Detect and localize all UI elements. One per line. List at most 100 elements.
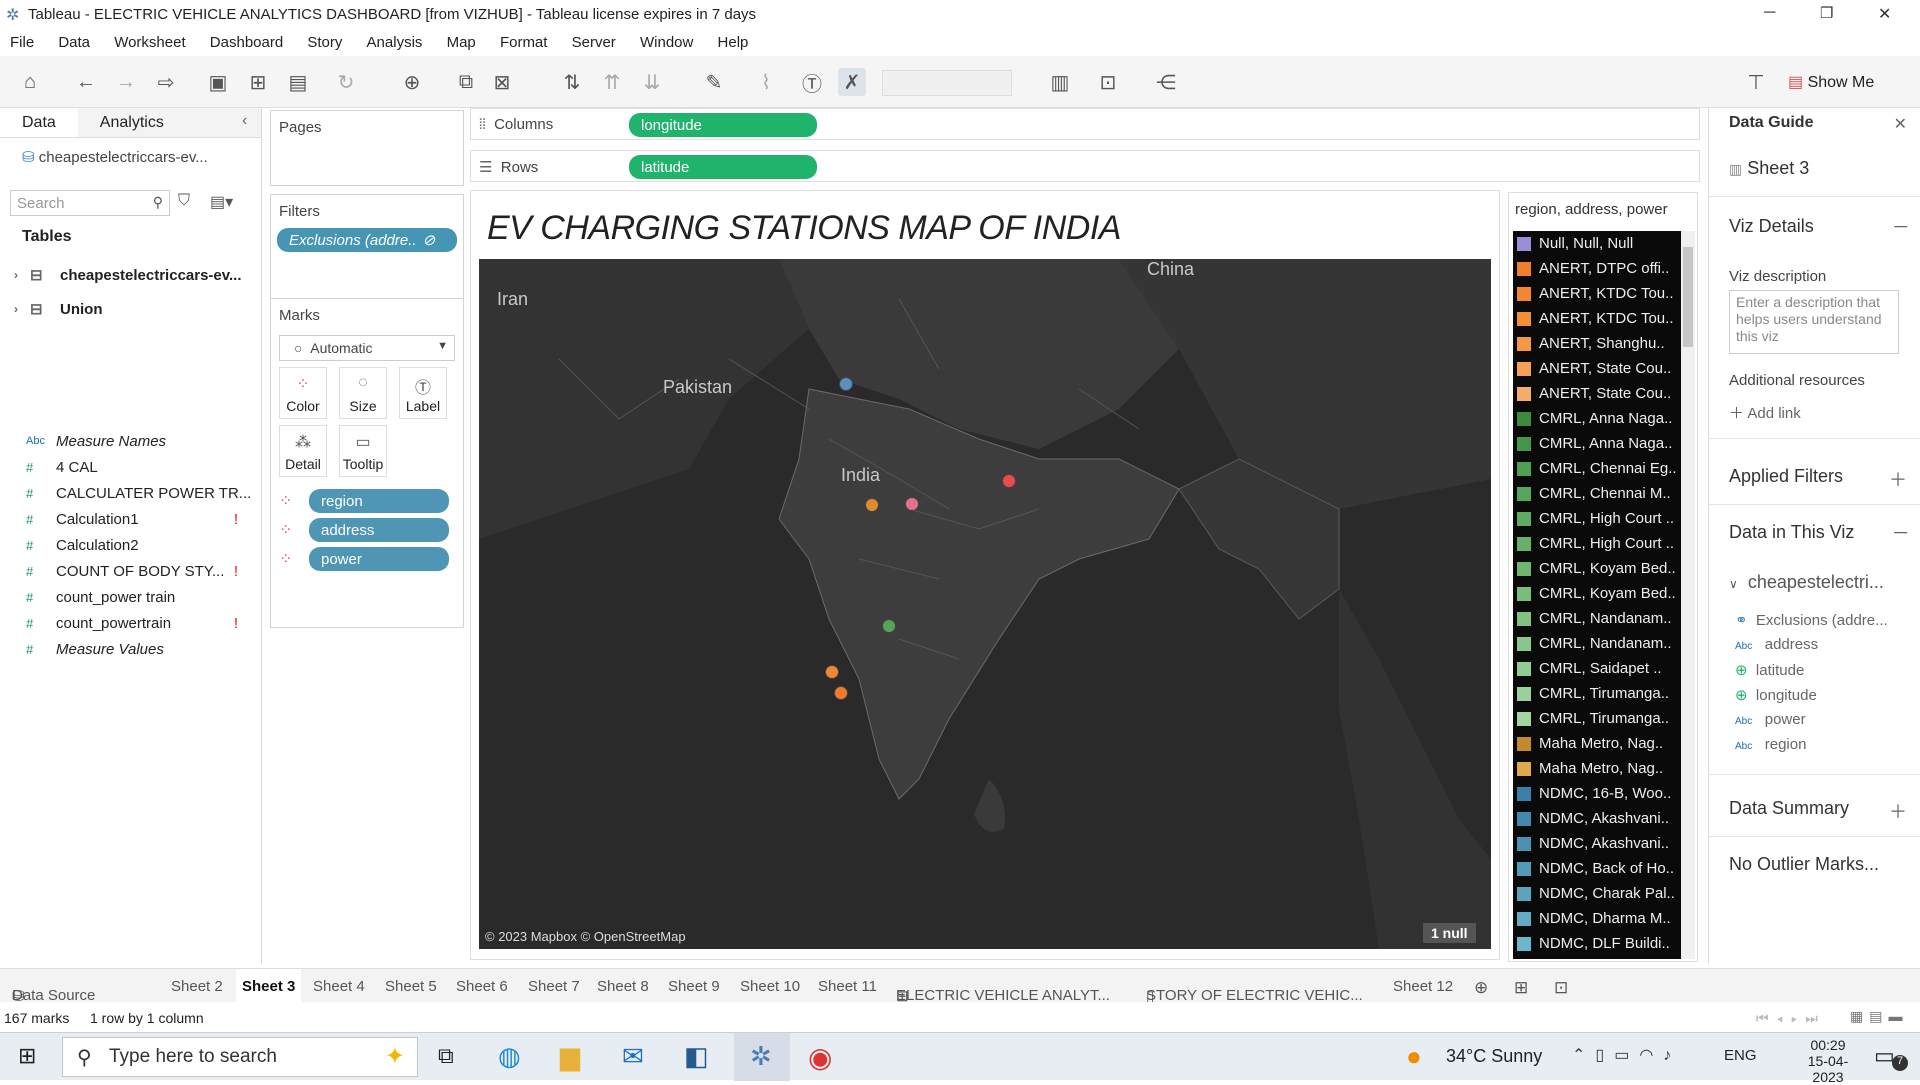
clock[interactable]: 00:29 15-04-2023: [1796, 1037, 1860, 1085]
fit-dropdown[interactable]: [882, 70, 1012, 96]
menu-map[interactable]: Map: [447, 34, 476, 51]
tab-sheet[interactable]: Sheet 11: [818, 978, 877, 995]
minimize-icon[interactable]: ─: [1764, 4, 1775, 22]
field-item[interactable]: # CALCULATER POWER TR...: [0, 480, 262, 506]
legend-item[interactable]: CMRL, Saidapet ..: [1513, 656, 1681, 681]
legend-item[interactable]: CMRL, Tirumanga..: [1513, 706, 1681, 731]
field-item[interactable]: # count_power train: [0, 584, 262, 610]
tab-sheet[interactable]: Sheet 7: [528, 978, 580, 995]
tab-sheet[interactable]: Sheet 5: [385, 978, 437, 995]
data-in-viz-header[interactable]: Data in This Viz ─: [1709, 522, 1920, 543]
sort-descending-icon[interactable]: ⇊: [638, 68, 666, 96]
size-button[interactable]: ◌ Size: [339, 367, 387, 419]
edge-icon[interactable]: ◍: [498, 1041, 521, 1072]
tab-sheet[interactable]: Sheet 4: [313, 978, 365, 995]
highlight-icon[interactable]: ✎: [700, 68, 728, 96]
legend-item[interactable]: CMRL, Koyam Bed..: [1513, 556, 1681, 581]
map-point-central-india-a[interactable]: [865, 498, 879, 512]
map-point-chennai[interactable]: [882, 619, 896, 633]
restore-icon[interactable]: ❐: [1820, 4, 1833, 22]
legend-item[interactable]: CMRL, Tirumanga..: [1513, 681, 1681, 706]
field-item[interactable]: # Calculation1!: [0, 506, 262, 532]
map-view[interactable]: Iran China Pakistan India © 2023 Mapbox …: [479, 259, 1491, 949]
legend-item[interactable]: ANERT, State Cou..: [1513, 356, 1681, 381]
legend-item[interactable]: CMRL, Koyam Bed..: [1513, 581, 1681, 606]
menu-window[interactable]: Window: [640, 34, 693, 51]
legend-item[interactable]: NDMC, DLF Buildi..: [1513, 931, 1681, 956]
view-options-icon[interactable]: ▤▾: [210, 192, 233, 212]
pin-icon[interactable]: ⊤: [1742, 68, 1770, 96]
legend-item[interactable]: NDMC, Charak Pal..: [1513, 881, 1681, 906]
field-item[interactable]: # Calculation2: [0, 532, 262, 558]
field-item[interactable]: #4 CAL: [0, 454, 262, 480]
mail-icon[interactable]: ✉: [622, 1041, 644, 1072]
tableau-taskbar-button[interactable]: ✲: [734, 1033, 790, 1081]
legend-item[interactable]: NDMC, 16-B, Woo..: [1513, 781, 1681, 806]
redo-arrow-icon[interactable]: ⇨: [152, 68, 180, 96]
menu-help[interactable]: Help: [718, 34, 749, 51]
map-point-kerala-b[interactable]: [834, 686, 848, 700]
menu-analysis[interactable]: Analysis: [367, 34, 423, 51]
menu-worksheet[interactable]: Worksheet: [114, 34, 185, 51]
legend-item[interactable]: NDMC, Akashvani..: [1513, 806, 1681, 831]
language-indicator[interactable]: ENG: [1724, 1047, 1757, 1064]
map-point-central-india-b[interactable]: [905, 497, 919, 511]
back-icon[interactable]: ←: [72, 68, 100, 96]
legend-item[interactable]: ANERT, KTDC Tou..: [1513, 306, 1681, 331]
menu-dashboard[interactable]: Dashboard: [210, 34, 283, 51]
share-icon[interactable]: ⋲: [1152, 68, 1180, 96]
viz-details-header[interactable]: Viz Details ─: [1709, 216, 1920, 237]
task-view-icon[interactable]: ⧉: [438, 1043, 454, 1069]
field-item[interactable]: # Measure Values: [0, 636, 262, 662]
label-button[interactable]: Ⓣ Label: [399, 367, 447, 419]
legend-item[interactable]: ANERT, KTDC Tou..: [1513, 281, 1681, 306]
forward-icon[interactable]: →: [112, 68, 140, 96]
null-indicator[interactable]: 1 null: [1423, 923, 1476, 943]
legend-item[interactable]: ANERT, State Cou..: [1513, 381, 1681, 406]
refresh-icon[interactable]: ↻: [332, 68, 360, 96]
legend-item[interactable]: Null, Null, Null: [1513, 231, 1681, 256]
menu-server[interactable]: Server: [572, 34, 616, 51]
legend-item[interactable]: NDMC, Dharma M..: [1513, 906, 1681, 931]
legend-item[interactable]: CMRL, Nandanam..: [1513, 606, 1681, 631]
field-item[interactable]: Abc Measure Names: [0, 428, 262, 454]
tray-icons[interactable]: ⌃▯▭◠♪: [1572, 1045, 1681, 1065]
add-link-button[interactable]: ＋ Add link: [1709, 402, 1920, 423]
legend-item[interactable]: CMRL, Anna Naga..: [1513, 431, 1681, 456]
show-cards-icon[interactable]: ▥: [1046, 68, 1074, 96]
field-item[interactable]: # COUNT OF BODY STY...!: [0, 558, 262, 584]
taskbar-search-input[interactable]: ⚲ Type here to search ✦: [62, 1037, 418, 1077]
app-icon[interactable]: ◧: [684, 1041, 709, 1072]
legend-item[interactable]: Maha Metro, Nag..: [1513, 756, 1681, 781]
map-point-north-india[interactable]: [839, 377, 853, 391]
swap-icon[interactable]: ⇅: [558, 68, 586, 96]
applied-filters-header[interactable]: Applied Filters ＋: [1709, 466, 1920, 490]
view-mode-icons[interactable]: ▦▤▬: [1850, 1008, 1908, 1025]
tab-sheet[interactable]: Sheet 8: [597, 978, 649, 995]
mark-pill-row[interactable]: ⁘ region: [279, 489, 459, 513]
color-button[interactable]: ⁘ Color: [279, 367, 327, 419]
tooltip-button[interactable]: ▭ Tooltip: [339, 425, 387, 477]
close-guide-icon[interactable]: ✕: [1894, 114, 1907, 134]
legend-item[interactable]: CMRL, High Court ..: [1513, 506, 1681, 531]
guide-field-item[interactable]: ⊕ latitude: [1735, 661, 1804, 679]
scroll-thumb[interactable]: [1683, 247, 1693, 347]
search-input[interactable]: Search ⚲: [10, 190, 170, 216]
guide-field-item[interactable]: ⚭ Exclusions (addre...: [1735, 611, 1888, 629]
tab-sheet[interactable]: Sheet 10: [740, 978, 800, 995]
legend-item[interactable]: CMRL, Chennai M..: [1513, 481, 1681, 506]
show-labels-icon[interactable]: Ⓣ: [798, 68, 826, 96]
sort-ascending-icon[interactable]: ⇈: [598, 68, 626, 96]
legend-scrollbar[interactable]: [1681, 231, 1695, 959]
tab-data[interactable]: Data: [0, 108, 78, 137]
menu-format[interactable]: Format: [500, 34, 548, 51]
rows-pill[interactable]: latitude: [629, 155, 817, 179]
guide-field-item[interactable]: Abc address: [1735, 636, 1818, 653]
columns-shelf[interactable]: ⦙⦙ Columns longitude: [470, 108, 1700, 140]
windows-start-icon[interactable]: ⊞: [18, 1043, 36, 1069]
sheet-nav-icons[interactable]: ⏮◂▸⏭: [1756, 1010, 1826, 1027]
table-item[interactable]: › ⊟ cheapestelectriccars-ev...: [10, 258, 260, 292]
rows-shelf[interactable]: ☰ Rows latitude: [470, 150, 1700, 182]
viz-description-input[interactable]: Enter a description that helps users und…: [1729, 290, 1899, 354]
new-datasource-icon[interactable]: ⊞: [244, 68, 272, 96]
